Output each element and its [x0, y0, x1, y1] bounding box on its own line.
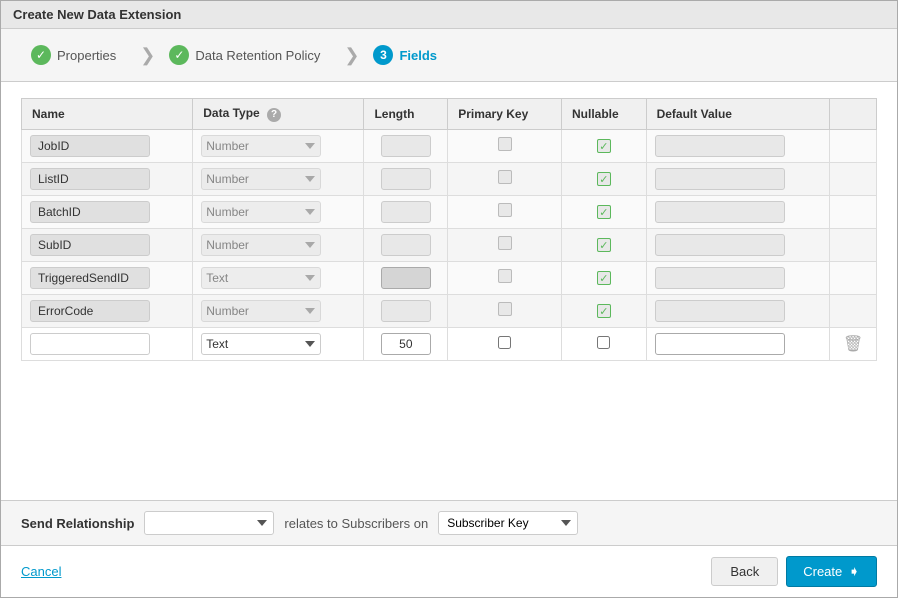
field-default-input — [655, 234, 785, 256]
arrow-sep-1: ❯ — [140, 45, 155, 66]
field-default-input — [655, 135, 785, 157]
tab-retention-label: Data Retention Policy — [195, 48, 320, 63]
col-header-defaultvalue: Default Value — [646, 99, 830, 130]
new-field-name-input[interactable] — [30, 333, 150, 355]
field-type-select: Text — [201, 267, 321, 289]
col-header-datatype: Data Type ? — [193, 99, 364, 130]
tab-properties[interactable]: ✓ Properties — [21, 39, 136, 71]
primary-key-checkbox — [498, 203, 512, 217]
check-icon-retention: ✓ — [169, 45, 189, 65]
tab-data-retention[interactable]: ✓ Data Retention Policy — [159, 39, 340, 71]
send-relationship-bar: Send Relationship relates to Subscribers… — [1, 500, 897, 545]
table-row: Number ✓ — [22, 129, 877, 162]
tab-properties-label: Properties — [57, 48, 116, 63]
nullable-checkbox: ✓ — [597, 139, 611, 153]
check-icon-properties: ✓ — [31, 45, 51, 65]
field-default-input — [655, 300, 785, 322]
fields-table: Name Data Type ? Length Primary Key Null… — [21, 98, 877, 361]
nullable-checkbox: ✓ — [597, 172, 611, 186]
create-label: Create — [803, 564, 842, 579]
nullable-checkbox: ✓ — [597, 304, 611, 318]
nullable-checkbox: ✓ — [597, 205, 611, 219]
send-relationship-select[interactable] — [144, 511, 274, 535]
field-name-input — [30, 300, 150, 322]
new-nullable-checkbox[interactable] — [597, 336, 610, 349]
create-button[interactable]: Create ➧ — [786, 556, 877, 587]
col-header-name: Name — [22, 99, 193, 130]
field-type-select: Number — [201, 168, 321, 190]
col-header-actions — [830, 99, 877, 130]
back-button[interactable]: Back — [711, 557, 778, 586]
tab-fields[interactable]: 3 Fields — [363, 39, 457, 71]
create-arrow-icon: ➧ — [848, 563, 860, 580]
table-row: Number ✓ — [22, 195, 877, 228]
primary-key-checkbox — [498, 302, 512, 316]
cancel-button[interactable]: Cancel — [21, 564, 61, 579]
primary-key-checkbox — [498, 137, 512, 151]
new-field-length-input[interactable] — [381, 333, 431, 355]
field-type-select: Number — [201, 135, 321, 157]
field-length-input — [381, 135, 431, 157]
col-header-nullable: Nullable — [562, 99, 647, 130]
new-primary-key-checkbox[interactable] — [498, 336, 511, 349]
nullable-checkbox: ✓ — [597, 271, 611, 285]
send-relationship-label: Send Relationship — [21, 516, 134, 531]
field-length-input — [381, 201, 431, 223]
field-name-input — [30, 135, 150, 157]
nullable-checkbox: ✓ — [597, 238, 611, 252]
field-type-select: Number — [201, 300, 321, 322]
wizard-tabs: ✓ Properties ❯ ✓ Data Retention Policy ❯… — [1, 29, 897, 82]
field-length-input — [381, 267, 431, 289]
field-default-input — [655, 201, 785, 223]
field-type-select: Number — [201, 234, 321, 256]
field-length-input — [381, 234, 431, 256]
field-name-input — [30, 168, 150, 190]
col-header-primarykey: Primary Key — [448, 99, 562, 130]
table-row: Number ✓ — [22, 228, 877, 261]
primary-key-checkbox — [498, 170, 512, 184]
field-name-input — [30, 234, 150, 256]
new-field-default-input[interactable] — [655, 333, 785, 355]
relates-text: relates to Subscribers on — [284, 516, 428, 531]
field-length-input — [381, 168, 431, 190]
new-field-type-select[interactable]: TextNumberDateBooleanEmailAddressPhoneDe… — [201, 333, 321, 355]
delete-row-button[interactable]: 🗑 — [843, 336, 863, 353]
main-content: Name Data Type ? Length Primary Key Null… — [1, 82, 897, 500]
table-row: Text ✓ — [22, 261, 877, 294]
num-icon-fields: 3 — [373, 45, 393, 65]
field-default-input — [655, 168, 785, 190]
primary-key-checkbox — [498, 236, 512, 250]
table-row: Number ✓ — [22, 294, 877, 327]
field-length-input — [381, 300, 431, 322]
field-default-input — [655, 267, 785, 289]
tab-fields-label: Fields — [399, 48, 437, 63]
window-title: Create New Data Extension — [13, 7, 181, 22]
table-row: Number ✓ — [22, 162, 877, 195]
new-field-row: TextNumberDateBooleanEmailAddressPhoneDe… — [22, 327, 877, 360]
field-type-select: Number — [201, 201, 321, 223]
arrow-sep-2: ❯ — [344, 45, 359, 66]
datatype-help-icon[interactable]: ? — [267, 108, 281, 122]
field-name-input — [30, 201, 150, 223]
col-header-length: Length — [364, 99, 448, 130]
title-bar: Create New Data Extension — [1, 1, 897, 29]
field-name-input — [30, 267, 150, 289]
bottom-bar: Cancel Back Create ➧ — [1, 545, 897, 597]
subscriber-key-select[interactable]: Subscriber Key Subscriber ID — [438, 511, 578, 535]
primary-key-checkbox — [498, 269, 512, 283]
